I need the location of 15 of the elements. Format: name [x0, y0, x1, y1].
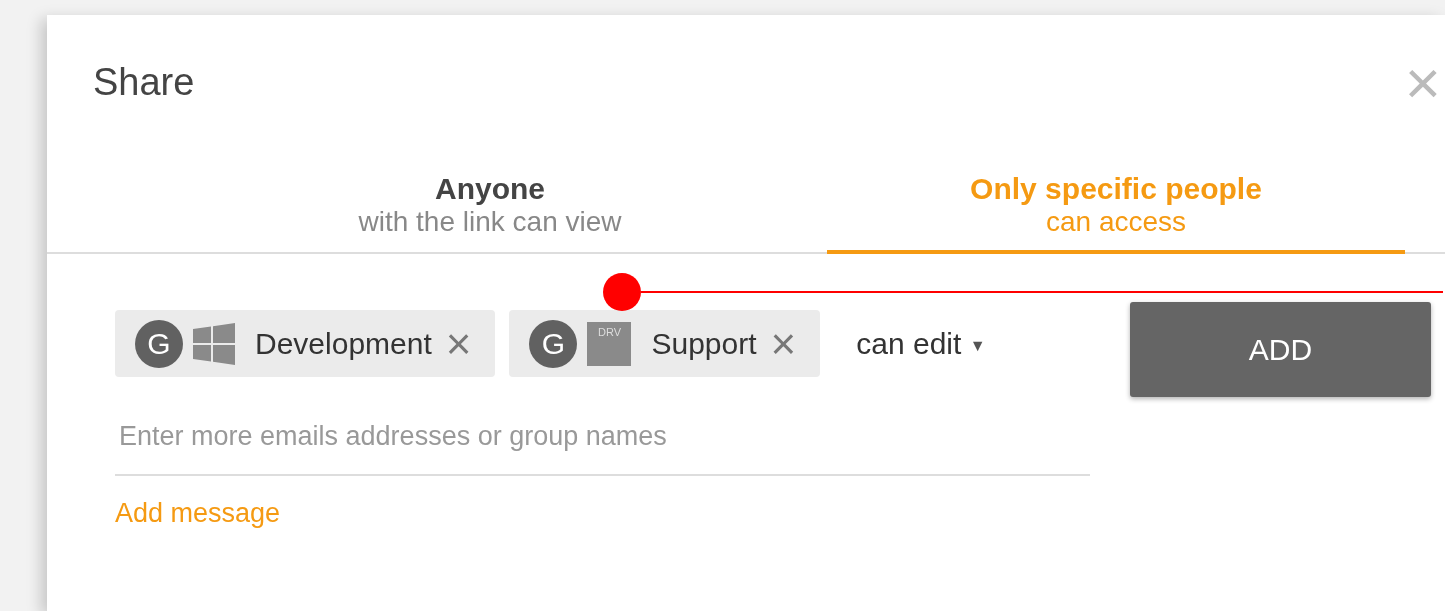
dialog-title: Share: [93, 61, 195, 104]
group-avatar: G: [135, 319, 183, 368]
recipient-name: Development: [255, 326, 432, 361]
windows-icon: [193, 322, 235, 365]
remove-button[interactable]: ×: [441, 321, 476, 366]
recipient-name: Support: [651, 326, 757, 361]
access-tab[interactable]: Only specific people can access: [827, 150, 1405, 254]
permission-dropdown[interactable]: can edit ▼: [850, 325, 992, 362]
drive-badge: DRV: [587, 321, 632, 366]
add-button[interactable]: ADD: [1130, 302, 1431, 397]
remove-button[interactable]: ×: [766, 321, 801, 366]
close-button[interactable]: ×: [1404, 51, 1445, 114]
access-tab[interactable]: Anyone with the link can view: [201, 150, 779, 254]
group-avatar: G: [529, 319, 578, 368]
add-message-link[interactable]: Add message: [115, 498, 281, 529]
